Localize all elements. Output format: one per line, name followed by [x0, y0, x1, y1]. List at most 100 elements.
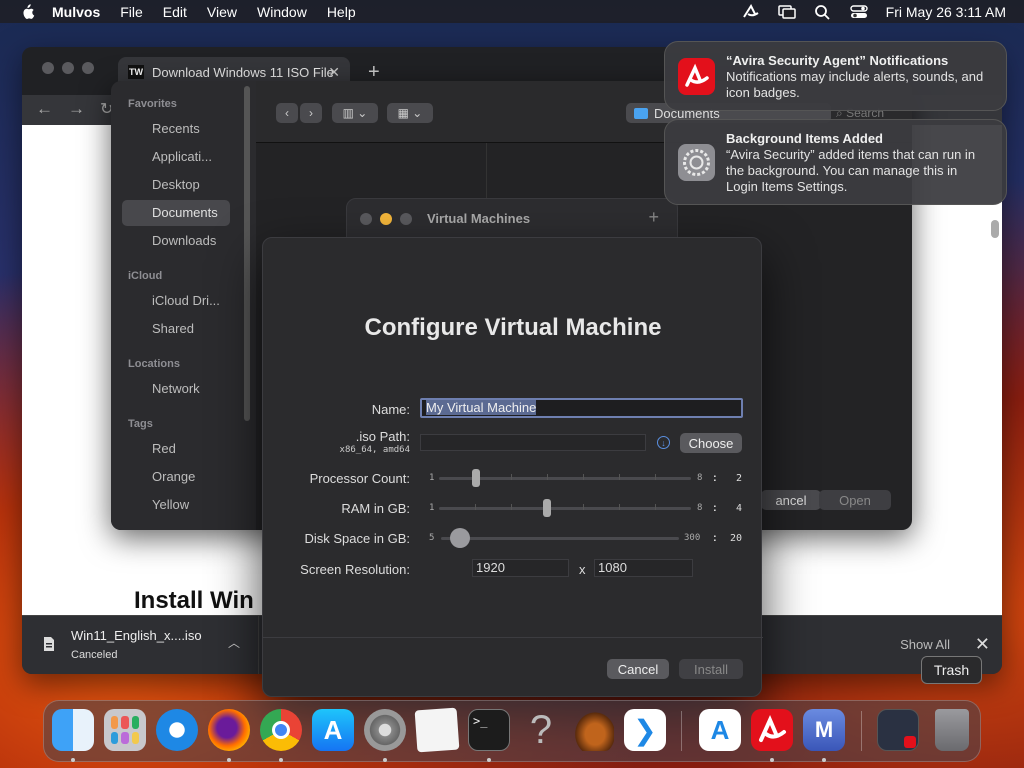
menu-view[interactable]: View: [207, 4, 237, 20]
slider-tick: [511, 474, 512, 480]
vm-zoom-button[interactable]: [400, 213, 412, 225]
system-settings-dock-icon[interactable]: [364, 709, 406, 751]
vm-minimize-button[interactable]: [380, 213, 392, 225]
ram-slider-thumb[interactable]: [543, 499, 551, 517]
vscode-dock-icon[interactable]: ❯: [624, 709, 666, 751]
question-mark-dock-icon[interactable]: ?: [520, 708, 562, 752]
finder-dock-icon[interactable]: [52, 709, 94, 751]
sidebar-item-documents[interactable]: Documents: [152, 205, 218, 220]
running-indicator: [279, 758, 283, 762]
avira-menu-icon[interactable]: [742, 3, 760, 20]
app-store-dock-icon[interactable]: A: [312, 709, 354, 751]
slider-tick: [475, 504, 476, 510]
ram-slider-track[interactable]: [439, 507, 691, 510]
browser-minimize-button[interactable]: [62, 62, 74, 74]
sidebar-item-network[interactable]: Network: [152, 381, 200, 396]
browser-zoom-button[interactable]: [82, 62, 94, 74]
screen-mirroring-icon[interactable]: [777, 4, 796, 20]
disk-min: 5: [429, 533, 435, 543]
folder-icon: [634, 107, 648, 119]
finder-open-button[interactable]: Open: [819, 490, 891, 510]
sidebar-item-icloud-drive[interactable]: iCloud Dri...: [152, 293, 220, 308]
dock-separator: [681, 711, 682, 751]
slider-tick: [655, 474, 656, 480]
show-all-button[interactable]: Show All: [900, 637, 950, 652]
screen-resolution-label: Screen Resolution:: [300, 562, 410, 577]
chrome-dock-icon[interactable]: [260, 709, 302, 751]
notification-background-items[interactable]: Background Items Added “Avira Security” …: [664, 119, 1007, 205]
mulvos-dock-icon[interactable]: M: [803, 709, 845, 751]
download-bar-close-icon[interactable]: ✕: [975, 634, 990, 655]
browser-close-button[interactable]: [42, 62, 54, 74]
avira-dock-icon[interactable]: [751, 709, 793, 751]
menu-window[interactable]: Window: [257, 4, 307, 20]
slider-tick: [511, 504, 512, 510]
menu-edit[interactable]: Edit: [163, 4, 187, 20]
install-button[interactable]: Install: [679, 659, 743, 679]
menu-file[interactable]: File: [120, 4, 143, 20]
disk-value: 20: [730, 533, 743, 544]
menu-help[interactable]: Help: [327, 4, 356, 20]
processor-count-label: Processor Count:: [309, 471, 410, 486]
processor-slider-thumb[interactable]: [472, 469, 480, 487]
column-view-icon[interactable]: ▥ ⌄: [332, 103, 378, 123]
page-scrollbar-thumb[interactable]: [991, 220, 999, 238]
sidebar-item-recents[interactable]: Recents: [152, 121, 200, 136]
disk-slider-thumb[interactable]: [450, 528, 470, 548]
sidebar-item-tag-orange[interactable]: Orange: [152, 469, 195, 484]
slider-tick: [619, 504, 620, 510]
finder-cancel-button[interactable]: ancel: [761, 490, 821, 510]
menu-clock[interactable]: Fri May 26 3:11 AM: [886, 4, 1006, 20]
launchpad-dock-icon[interactable]: [104, 709, 146, 751]
vm-close-button[interactable]: [360, 213, 372, 225]
group-view-icon[interactable]: ▦ ⌄: [387, 103, 433, 123]
sidebar-scrollbar[interactable]: [244, 86, 250, 421]
menu-app-name[interactable]: Mulvos: [52, 4, 100, 20]
finder-sidebar: Favorites Recents Applicati... Desktop D…: [111, 81, 256, 530]
trash-tooltip: Trash: [921, 656, 982, 684]
textedit-dock-icon[interactable]: [414, 707, 460, 753]
notification-avira-agent[interactable]: “Avira Security Agent” Notifications Not…: [664, 41, 1007, 111]
running-indicator: [227, 758, 231, 762]
download-circle-icon[interactable]: ↓: [657, 436, 670, 449]
disk-slider-track[interactable]: [441, 537, 679, 540]
add-vm-icon[interactable]: +: [648, 207, 659, 228]
download-divider: [258, 616, 259, 674]
resolution-width-input[interactable]: 1920: [472, 559, 569, 577]
notification-title: “Avira Security Agent” Notifications: [726, 53, 949, 68]
apple-icon[interactable]: [18, 3, 36, 20]
tab-close-icon[interactable]: ✕: [328, 64, 340, 81]
download-filename[interactable]: Win11_English_x....iso: [71, 628, 202, 643]
running-indicator: [822, 758, 826, 762]
search-icon[interactable]: [814, 4, 832, 20]
trash-dock-icon[interactable]: [935, 709, 969, 751]
control-center-icon[interactable]: [849, 4, 868, 20]
forward-arrow-icon[interactable]: →: [68, 99, 85, 119]
back-arrow-icon[interactable]: ←: [36, 99, 53, 119]
processor-max: 8: [697, 473, 703, 483]
chevron-up-icon[interactable]: ︿: [228, 634, 240, 651]
sidebar-item-tag-red[interactable]: Red: [152, 441, 176, 456]
resolution-height-input[interactable]: 1080: [594, 559, 693, 577]
xcode-instruments-dock-icon[interactable]: A: [699, 709, 741, 751]
firefox-dock-icon[interactable]: [208, 709, 250, 751]
ram-label: RAM in GB:: [341, 501, 410, 516]
choose-iso-button[interactable]: Choose: [680, 433, 742, 453]
tab-title: Download Windows 11 ISO File: [152, 64, 334, 80]
sidebar-item-applications[interactable]: Applicati...: [152, 149, 212, 164]
iso-path-input[interactable]: [420, 434, 646, 451]
tab-favicon: TW: [128, 65, 144, 79]
finder-forward-icon[interactable]: ›: [300, 103, 322, 123]
garageband-dock-icon[interactable]: [572, 709, 614, 751]
sidebar-item-desktop[interactable]: Desktop: [152, 177, 200, 192]
safari-dock-icon[interactable]: [156, 709, 198, 751]
terminal-dock-icon[interactable]: >_: [468, 709, 510, 751]
sidebar-item-shared[interactable]: Shared: [152, 321, 194, 336]
sidebar-item-tag-yellow[interactable]: Yellow: [152, 497, 189, 512]
finder-back-icon[interactable]: ‹: [276, 103, 298, 123]
notification-title: Background Items Added: [726, 131, 883, 146]
dialog-cancel-button[interactable]: Cancel: [607, 659, 669, 679]
downloads-stack-dock-icon[interactable]: [877, 709, 919, 751]
sidebar-item-downloads[interactable]: Downloads: [152, 233, 216, 248]
name-input[interactable]: My Virtual Machine: [420, 398, 743, 418]
